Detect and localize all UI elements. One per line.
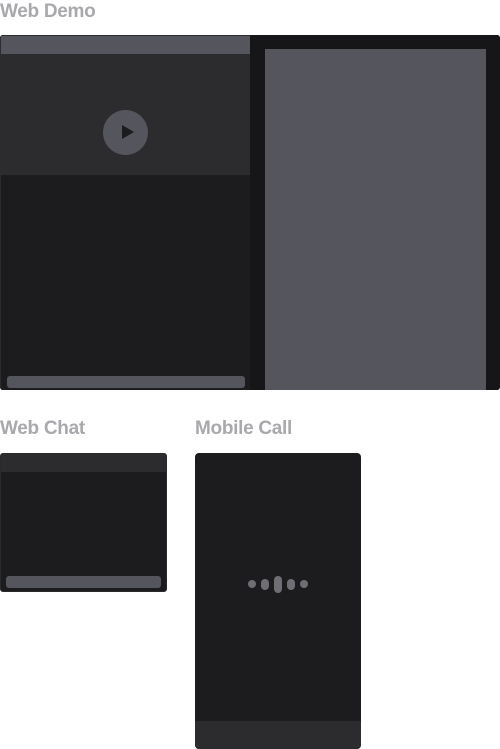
web-demo-preview-page: [265, 49, 486, 390]
mobile-call-label: Mobile Call: [195, 418, 292, 439]
waveform-bar: [274, 575, 282, 593]
waveform-bar: [300, 580, 308, 588]
web-demo-message-area: [1, 175, 251, 390]
web-demo-frame[interactable]: [0, 35, 500, 390]
web-chat-message-input[interactable]: [6, 576, 161, 588]
web-chat-label: Web Chat: [0, 418, 85, 439]
web-demo-header-bar: [1, 36, 251, 54]
web-demo-label: Web Demo: [0, 1, 96, 22]
mobile-call-bottom-bar: [195, 721, 361, 749]
play-icon[interactable]: [103, 110, 148, 155]
waveform-bar: [261, 578, 269, 590]
waveform-bar: [287, 578, 295, 590]
waveform-bar: [248, 580, 256, 588]
mobile-call-frame[interactable]: [195, 453, 361, 749]
web-demo-message-input[interactable]: [7, 376, 245, 388]
web-demo-video-area[interactable]: [1, 54, 251, 175]
audio-waveform-icon: [248, 575, 308, 593]
web-chat-frame[interactable]: [0, 453, 167, 592]
web-chat-header-bar: [1, 454, 166, 472]
web-demo-chat-panel: [0, 35, 251, 390]
